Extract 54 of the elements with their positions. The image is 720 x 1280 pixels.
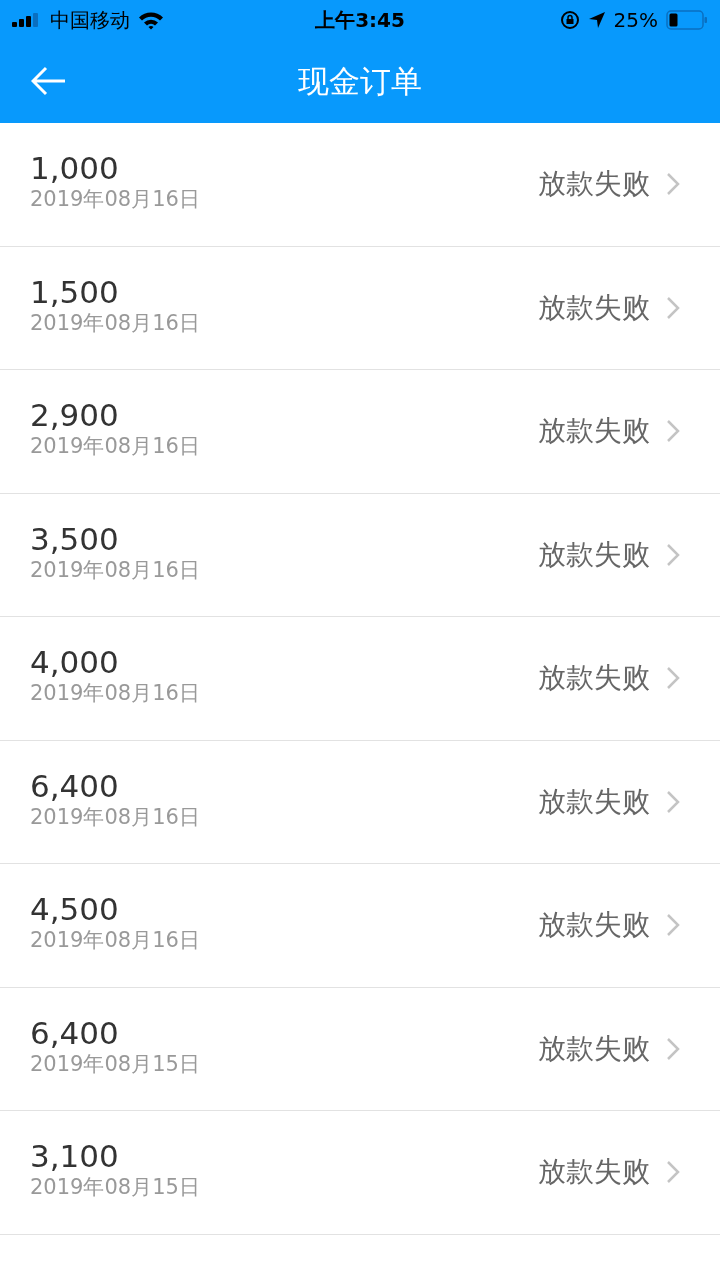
page-title: 现金订单 <box>298 61 422 101</box>
chevron-icon <box>666 542 680 567</box>
order-status: 放款失败 <box>538 1154 650 1191</box>
order-status: 放款失败 <box>538 536 650 573</box>
order-amount: 6,400 <box>30 1014 120 1051</box>
order-date: 2019年08月16日 <box>30 186 201 213</box>
order-date: 2019年08月16日 <box>30 309 201 336</box>
order-status: 放款失败 <box>538 1030 650 1067</box>
wifi-icon <box>138 10 164 30</box>
order-row[interactable]: 3,100 2019年08月15日 放款失败 <box>0 1111 720 1235</box>
order-status: 放款失败 <box>538 907 650 944</box>
order-row[interactable]: 3,500 2019年08月16日 放款失败 <box>0 493 720 617</box>
carrier-name: 中国移动 <box>50 6 130 34</box>
order-row[interactable]: 1,500 2019年08月16日 放款失败 <box>0 246 720 370</box>
order-status: 放款失败 <box>538 783 650 820</box>
order-amount: 3,100 <box>30 1138 120 1175</box>
clock: 上午3:45 <box>315 6 405 34</box>
chevron-icon <box>666 1160 680 1185</box>
order-status: 放款失败 <box>538 413 650 450</box>
order-amount: 6,400 <box>30 767 120 804</box>
order-row[interactable]: 6,400 2019年08月16日 放款失败 <box>0 740 720 864</box>
order-date: 2019年08月16日 <box>30 803 201 830</box>
order-row[interactable]: 4,000 2019年08月16日 放款失败 <box>0 617 720 741</box>
battery-percent: 25% <box>613 8 658 32</box>
back-arrow-icon[interactable] <box>31 66 67 96</box>
order-amount: 4,000 <box>30 644 120 681</box>
location-arrow-icon <box>587 11 606 29</box>
order-date: 2019年08月16日 <box>30 680 201 707</box>
order-date: 2019年08月16日 <box>30 433 201 460</box>
order-date: 2019年08月15日 <box>30 1050 201 1077</box>
order-status: 放款失败 <box>538 660 650 697</box>
chevron-icon <box>666 419 680 444</box>
order-status: 放款失败 <box>538 166 650 203</box>
order-row[interactable]: 6,400 2019年08月15日 放款失败 <box>0 987 720 1111</box>
order-amount: 1,500 <box>30 273 120 310</box>
order-date: 2019年08月16日 <box>30 556 201 583</box>
chevron-icon <box>666 1036 680 1061</box>
chevron-icon <box>666 789 680 814</box>
order-amount: 2,900 <box>30 397 120 434</box>
chevron-icon <box>666 295 680 320</box>
rotation-lock-icon <box>559 10 580 30</box>
order-amount: 1,000 <box>30 150 120 187</box>
order-row[interactable]: 1,000 2019年08月16日 放款失败 <box>0 123 720 247</box>
chevron-icon <box>666 913 680 938</box>
chevron-icon <box>666 666 680 691</box>
battery-icon <box>666 10 708 30</box>
order-row[interactable]: 4,500 2019年08月16日 放款失败 <box>0 864 720 988</box>
order-status: 放款失败 <box>538 289 650 326</box>
order-row[interactable]: 2,900 2019年08月16日 放款失败 <box>0 370 720 494</box>
order-date: 2019年08月15日 <box>30 1174 201 1201</box>
chevron-icon <box>666 172 680 197</box>
order-date: 2019年08月16日 <box>30 927 201 954</box>
order-amount: 3,500 <box>30 520 120 557</box>
order-amount: 4,500 <box>30 891 120 928</box>
